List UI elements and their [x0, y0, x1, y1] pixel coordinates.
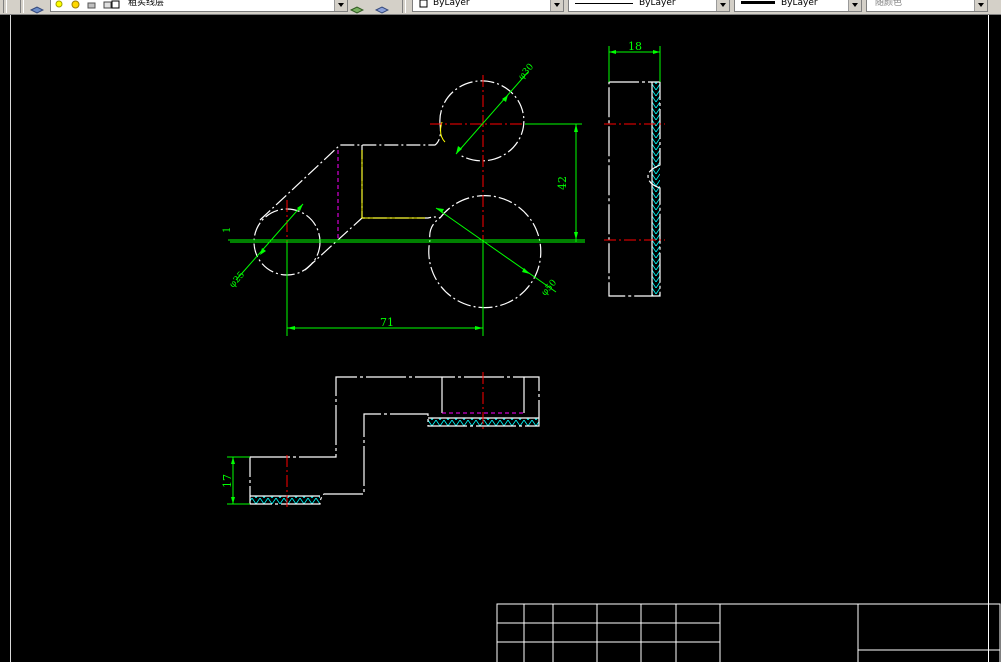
plan-arrowheads	[260, 95, 578, 330]
title-block	[496, 603, 1001, 662]
color-dropdown[interactable]: ByLayer	[412, 0, 564, 12]
linetype-preview-icon	[575, 3, 633, 4]
chevron-down-icon[interactable]	[334, 0, 347, 11]
color-swatch-icon	[419, 0, 429, 9]
sun-icon	[71, 0, 81, 9]
plotstyle-value: 随颜色	[875, 0, 903, 8]
lineweight-preview-icon	[741, 1, 775, 4]
toolbar-separator	[402, 0, 406, 13]
make-layer-current-icon[interactable]	[349, 0, 365, 14]
chevron-down-icon[interactable]	[716, 0, 729, 11]
plan-outline	[253, 80, 542, 309]
properties-toolbar: 粗实线层 ByLayer ByLayer ByLayer 随颜色	[0, 0, 1001, 15]
dim-71: 71	[380, 316, 394, 329]
toolbar-separator	[3, 0, 7, 13]
layer-color-swatch-icon	[111, 0, 121, 9]
lock-icon	[87, 0, 97, 9]
chevron-down-icon[interactable]	[848, 0, 861, 11]
plan-dimensions	[228, 71, 585, 336]
layer-manager-icon[interactable]	[29, 0, 45, 14]
toolbar-separator	[20, 0, 24, 13]
dim-17: 17	[221, 474, 234, 488]
dim-18: 18	[628, 40, 642, 53]
dim-1: 1	[222, 227, 233, 233]
linetype-value: ByLayer	[639, 0, 676, 8]
front-center-lines	[286, 372, 484, 508]
top-boss-arc	[439, 80, 525, 162]
color-value: ByLayer	[433, 0, 470, 8]
side-hatch	[652, 82, 660, 296]
linetype-dropdown[interactable]: ByLayer	[568, 0, 730, 12]
arm-lower-edge	[304, 216, 441, 271]
dim-phi30: φ30	[517, 62, 536, 82]
dim-phi25: φ25	[228, 270, 247, 290]
front-outline	[249, 376, 540, 505]
side-view: 18	[604, 40, 665, 297]
lineweight-dropdown[interactable]: ByLayer	[734, 0, 862, 12]
side-outline	[608, 81, 661, 297]
chevron-down-icon[interactable]	[550, 0, 563, 11]
dim-42: 42	[556, 176, 569, 190]
drawing-canvas[interactable]: 71 42 φ30 φ50 φ25 1 18 17	[0, 15, 1001, 662]
plan-view: 71 42 φ30 φ50 φ25 1	[222, 62, 585, 336]
layer-previous-icon[interactable]	[374, 0, 390, 14]
plan-center-lines	[286, 75, 545, 300]
front-view: 17	[221, 372, 540, 508]
big-boss-arc	[428, 195, 542, 309]
dim-phi50: φ50	[540, 278, 559, 298]
layer-dropdown[interactable]: 粗实线层	[50, 0, 348, 12]
plotstyle-dropdown[interactable]: 随颜色	[866, 0, 988, 12]
bulb-icon	[55, 0, 65, 9]
plan-dim-texts: 71 42 φ30 φ50 φ25 1	[222, 62, 569, 329]
plan-yellow-edges	[361, 121, 446, 219]
lineweight-value: ByLayer	[781, 0, 818, 8]
front-hatch-left	[250, 496, 320, 504]
chevron-down-icon[interactable]	[974, 0, 987, 11]
layer-name: 粗实线层	[128, 0, 165, 8]
